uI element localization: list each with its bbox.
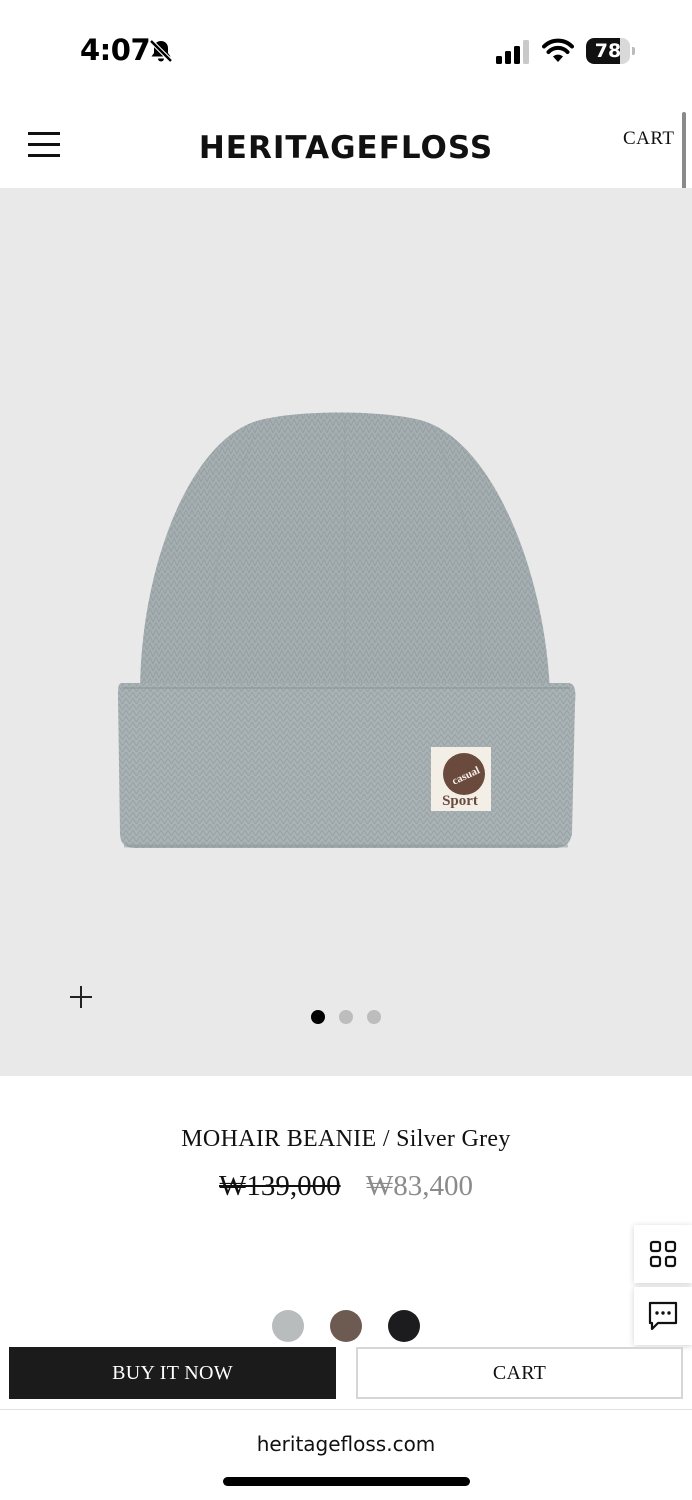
swatch-brown[interactable] [330,1310,362,1342]
beanie-cuff [118,683,576,848]
bell-slash-icon [149,39,173,63]
home-indicator[interactable] [223,1477,470,1486]
beanie-image: casual Sport [118,412,576,848]
menu-bar-middle [28,143,60,146]
grid-view-button[interactable] [634,1225,692,1283]
color-swatches [272,1310,420,1342]
buy-it-now-button[interactable]: BUY IT NOW [9,1347,336,1399]
pager-dot-3[interactable] [367,1010,381,1024]
add-to-cart-button[interactable]: CART [356,1347,683,1399]
chat-button[interactable] [634,1287,692,1345]
swatch-black[interactable] [388,1310,420,1342]
sale-price: ₩83,400 [365,1170,473,1202]
site-header: HERITAGEFLOSS CART [0,100,692,188]
menu-bar-top [28,132,60,135]
url-text[interactable]: heritagefloss.com [0,1432,692,1456]
grid-icon [649,1240,677,1268]
cellular-signal-icon [496,40,529,64]
product-title: MOHAIR BEANIE / Silver Grey [181,1126,511,1152]
zoom-plus-icon[interactable] [70,985,94,1009]
header-cart-link[interactable]: CART [623,128,675,150]
product-image-gallery[interactable]: casual Sport [0,188,692,1076]
status-bar: 4:07 78 [0,0,692,100]
gallery-pager [311,1010,381,1024]
menu-button[interactable] [28,132,60,158]
browser-url-bar: heritagefloss.com [0,1409,692,1500]
battery-body: 78 [586,38,630,64]
pager-dot-1[interactable] [311,1010,325,1024]
battery-percent: 78 [594,40,622,62]
pager-dot-2[interactable] [339,1010,353,1024]
swatch-silver-grey[interactable] [272,1310,304,1342]
menu-bar-bottom [28,154,60,157]
svg-text:Sport: Sport [442,793,478,809]
original-price: ₩139,000 [219,1170,341,1202]
wifi-icon [542,38,574,62]
battery-indicator: 78 [586,38,636,64]
sport-patch: casual Sport [431,747,491,811]
brand-logo[interactable]: HERITAGEFLOSS [0,130,692,166]
chat-bubble-icon [648,1301,678,1331]
battery-cap [632,47,635,55]
status-time: 4:07 [80,33,151,67]
price-row: ₩139,000 ₩83,400 [0,1170,692,1203]
